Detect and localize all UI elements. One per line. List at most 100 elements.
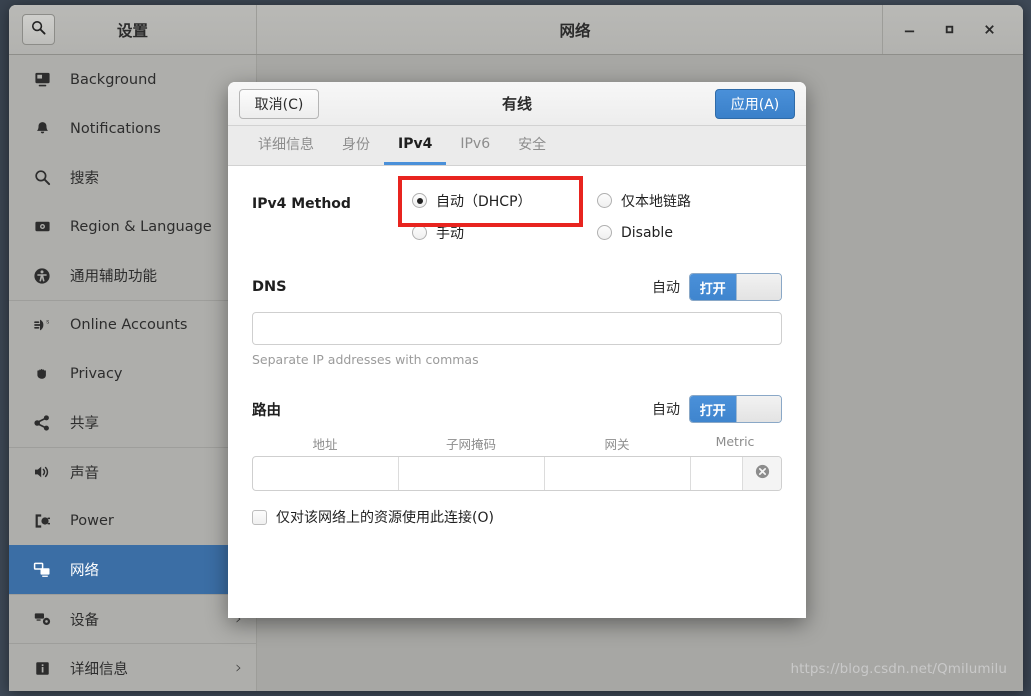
radio-option-link-local[interactable]: 仅本地链路 [597, 188, 782, 213]
sidebar-item-label: 网络 [70, 563, 99, 579]
sidebar-item-label: Power [70, 512, 114, 529]
titlebar: 设置 网络 [9, 5, 1023, 55]
titlebar-settings-side: 设置 [9, 5, 257, 54]
radio-icon [597, 225, 612, 240]
ipv4-method-row: IPv4 Method 自动（DHCP） 仅本地链路 手动 Disable [252, 176, 782, 245]
dns-auto-label: 自动 [652, 280, 680, 296]
table-row [252, 456, 782, 491]
sidebar-item-label: 共享 [70, 416, 99, 432]
search-button[interactable] [22, 14, 55, 45]
accessibility-icon [31, 265, 53, 287]
restrict-connection-checkbox[interactable] [252, 509, 267, 525]
dns-section-header: DNS 自动 打开 [252, 273, 782, 301]
tab-details[interactable]: 详细信息 [244, 126, 328, 165]
sidebar-item-accessibility[interactable]: 通用辅助功能 [9, 251, 256, 300]
sidebar-item-online-accounts[interactable]: s Online Accounts [9, 300, 256, 349]
sidebar-item-sharing[interactable]: 共享 [9, 398, 256, 447]
restrict-connection-label: 仅对该网络上的资源使用此连接(O) [276, 510, 494, 526]
dialog-title: 有线 [501, 95, 532, 113]
tab-ipv6[interactable]: IPv6 [446, 126, 504, 165]
radio-label: 自动（DHCP） [436, 193, 532, 210]
toggle-knob [735, 396, 781, 422]
routes-title: 路由 [252, 402, 281, 419]
sidebar-item-details[interactable]: 详细信息 › [9, 643, 256, 691]
radio-icon [412, 225, 427, 240]
network-panel-title: 网络 [559, 21, 591, 40]
delete-circle-icon [754, 463, 771, 484]
routes-cell-netmask[interactable] [399, 457, 545, 490]
radio-option-disable[interactable]: Disable [597, 220, 782, 245]
toggle-on-label: 打开 [690, 274, 736, 300]
radio-label: 手动 [436, 225, 464, 242]
chevron-right-icon: › [235, 658, 242, 678]
routes-header-gateway: 网关 [604, 437, 630, 452]
radio-label: 仅本地链路 [621, 193, 691, 210]
routes-header-metric: Metric [715, 434, 755, 449]
settings-window-title: 设置 [116, 21, 148, 40]
routes-auto-label: 自动 [652, 402, 680, 418]
routes-cell-address[interactable] [253, 457, 399, 490]
svg-text:s: s [46, 320, 49, 326]
flag-icon [31, 216, 53, 238]
sidebar-item-privacy[interactable]: Privacy [9, 349, 256, 398]
routes-delete-button[interactable] [743, 457, 781, 490]
share-icon [31, 412, 53, 434]
dns-auto-toggle[interactable]: 打开 [689, 273, 782, 301]
devices-icon [31, 608, 53, 630]
sidebar-item-label: Notifications [70, 120, 161, 137]
info-icon [31, 657, 53, 679]
toggle-knob [735, 274, 781, 300]
sidebar-item-label: Online Accounts [70, 317, 188, 333]
sidebar-item-devices[interactable]: 设备 › [9, 594, 256, 643]
radio-icon [597, 193, 612, 208]
sidebar-item-label: 通用辅助功能 [70, 269, 157, 285]
sidebar-item-label: 搜索 [70, 171, 99, 187]
sidebar-item-label: 声音 [70, 465, 99, 482]
search-icon [31, 20, 46, 39]
sidebar-item-background[interactable]: Background [9, 55, 256, 104]
routes-section-header: 路由 自动 打开 [252, 395, 782, 423]
sidebar-item-label: Background [70, 71, 157, 88]
sidebar-item-sound[interactable]: 声音 [9, 447, 256, 496]
radio-option-automatic-dhcp[interactable]: 自动（DHCP） [412, 188, 597, 213]
tab-identity[interactable]: 身份 [328, 126, 384, 165]
dialog-header: 取消(C) 有线 应用(A) [228, 82, 806, 126]
ipv4-method-label: IPv4 Method [252, 196, 351, 212]
routes-auto-toggle[interactable]: 打开 [689, 395, 782, 423]
power-plug-icon [31, 510, 53, 532]
tab-security[interactable]: 安全 [504, 126, 560, 165]
sidebar-item-label: Region & Language [70, 218, 212, 235]
restrict-connection-checkbox-row[interactable]: 仅对该网络上的资源使用此连接(O) [252, 507, 782, 527]
sidebar-item-network[interactable]: 网络 [9, 545, 256, 594]
watermark-text: https://blog.csdn.net/Qmilumilu [790, 661, 1007, 677]
speaker-icon [31, 461, 53, 483]
sidebar-item-power[interactable]: Power [9, 496, 256, 545]
sidebar-item-region-language[interactable]: Region & Language [9, 202, 256, 251]
routes-header-address: 地址 [312, 437, 338, 452]
radio-icon-selected [412, 193, 427, 208]
sidebar-item-notifications[interactable]: Notifications [9, 104, 256, 153]
wired-connection-dialog: 取消(C) 有线 应用(A) 详细信息 身份 IPv4 IPv6 安全 IPv4… [228, 82, 806, 618]
bell-icon [31, 118, 53, 140]
dialog-body: IPv4 Method 自动（DHCP） 仅本地链路 手动 Disable DN… [228, 166, 806, 618]
routes-cell-gateway[interactable] [545, 457, 691, 490]
online-accounts-icon: s [31, 314, 53, 336]
apply-button[interactable]: 应用(A) [715, 88, 795, 119]
sidebar-item-search[interactable]: 搜索 [9, 153, 256, 202]
sidebar: Background Notifications 搜索 Region & Lan… [9, 55, 257, 691]
titlebar-network-side: 网络 [257, 5, 1023, 54]
routes-column-headers: 地址 子网掩码 网关 Metric [252, 434, 782, 453]
network-icon [31, 559, 53, 581]
routes-cell-metric[interactable] [691, 457, 743, 490]
search-icon [31, 167, 53, 189]
sidebar-item-label: Privacy [70, 365, 123, 382]
hand-icon [31, 363, 53, 385]
cancel-button[interactable]: 取消(C) [239, 88, 319, 119]
tab-ipv4[interactable]: IPv4 [384, 126, 447, 165]
radio-label: Disable [621, 224, 673, 241]
routes-header-netmask: 子网掩码 [445, 437, 496, 452]
dns-title: DNS [252, 279, 287, 295]
dns-input[interactable] [252, 312, 782, 345]
radio-option-manual[interactable]: 手动 [412, 220, 597, 245]
ipv4-method-options: 自动（DHCP） 仅本地链路 手动 Disable [398, 176, 782, 245]
